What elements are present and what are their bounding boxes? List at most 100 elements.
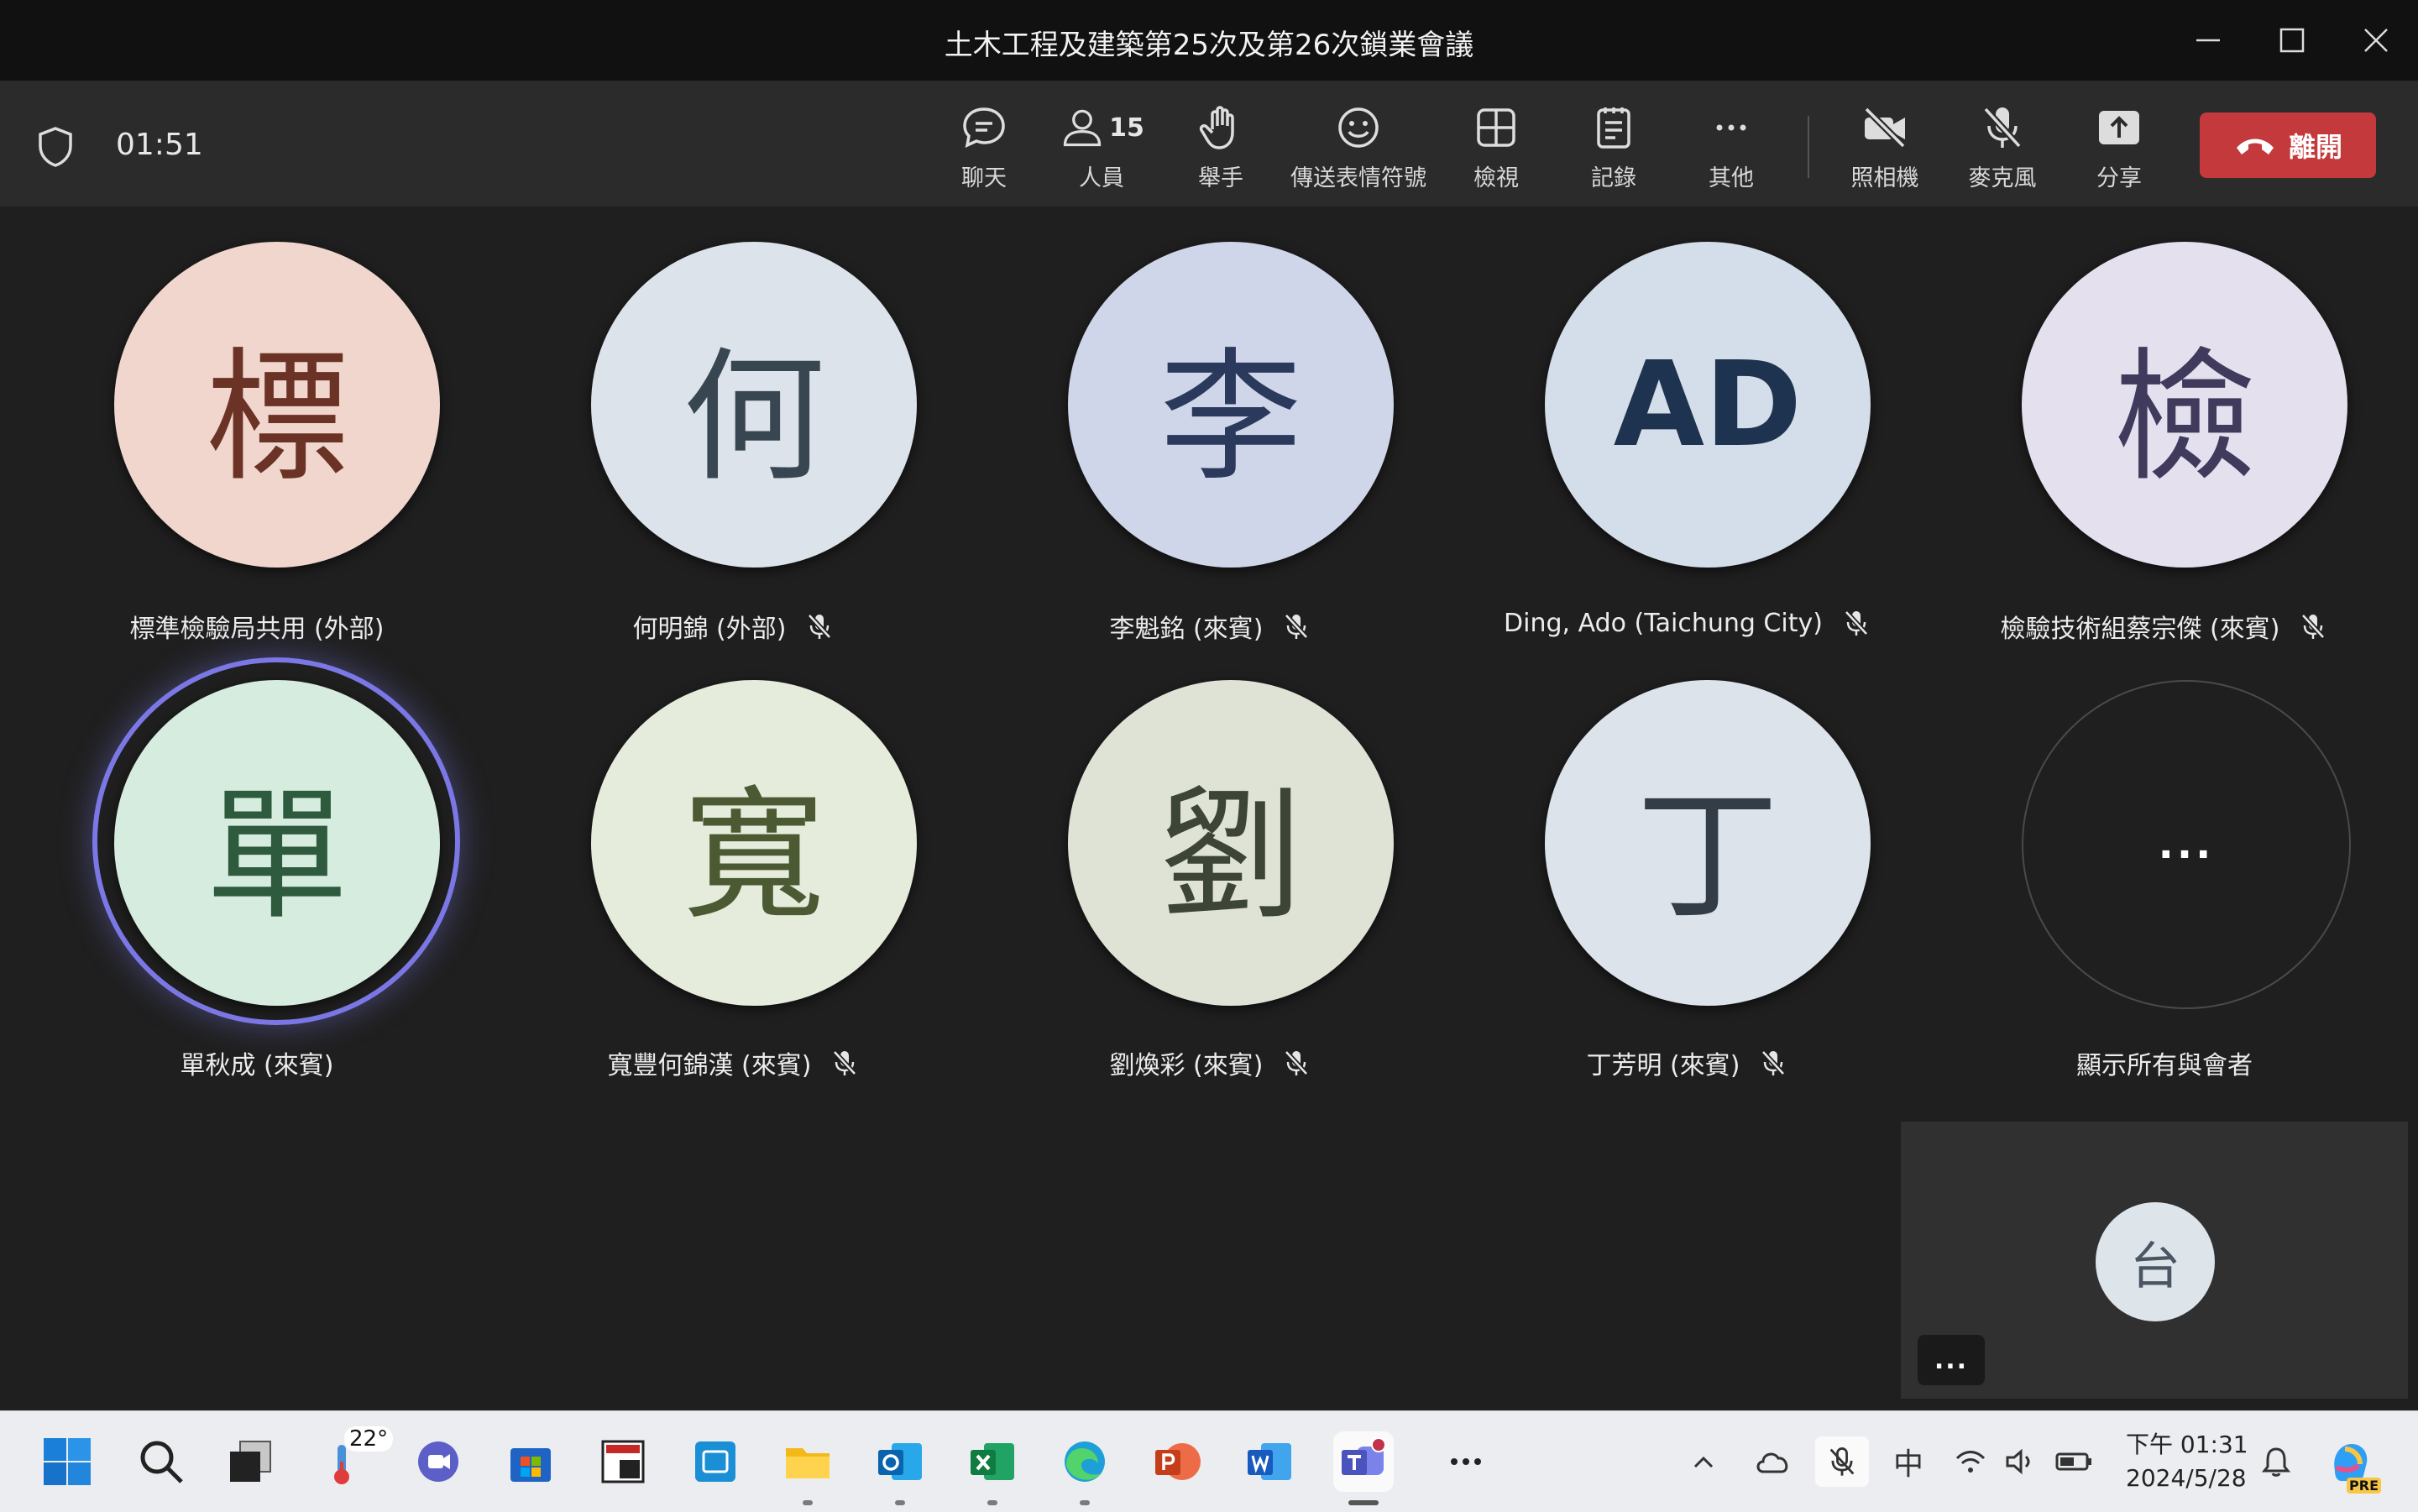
teams-chat-app[interactable] [408, 1431, 468, 1492]
participant-tile[interactable]: 劉 劉煥彩 (來賓) [976, 680, 1446, 1117]
people-button[interactable]: 15 人員 [1060, 102, 1144, 195]
copilot-button[interactable]: PRE [2324, 1436, 2381, 1494]
excel-app[interactable] [962, 1431, 1023, 1505]
battery-tray[interactable] [2052, 1436, 2096, 1487]
participant-tile[interactable]: 何 何明錦 (外部) [499, 242, 969, 678]
participant-tile[interactable]: 寬 寬豐何錦漢 (來賓) [499, 680, 969, 1117]
avatar: 何 [591, 242, 917, 568]
avatar: 檢 [2022, 242, 2347, 568]
tray-chevron-up[interactable] [1683, 1436, 1725, 1487]
share-icon [2099, 111, 2139, 144]
excel-icon [971, 1443, 1014, 1480]
self-view[interactable]: 台 ... [1901, 1122, 2408, 1399]
more-label: 其他 [1709, 165, 1754, 191]
avatar: 標 [114, 242, 440, 568]
wifi-tray[interactable] [1950, 1436, 1991, 1487]
participant-tile[interactable]: 檢 檢驗技術組蔡宗傑 (來賓) [1929, 242, 2400, 678]
file-explorer-app[interactable] [777, 1431, 838, 1505]
search-icon [140, 1441, 183, 1483]
teams-app-active[interactable] [1333, 1431, 1394, 1505]
participant-name: 丁芳明 (來賓) [1452, 1044, 1923, 1081]
participant-tile[interactable]: 丁 丁芳明 (來賓) [1452, 680, 1923, 1117]
chevron-up-icon [1693, 1456, 1714, 1468]
participant-name-text: 寬豐何錦漢 (來賓) [607, 1051, 812, 1080]
show-all-participants-button[interactable]: ... 顯示所有與會者 [1929, 680, 2400, 1117]
hang-up-icon [2236, 139, 2274, 154]
avatar: 李 [1068, 242, 1394, 568]
word-app[interactable] [1239, 1431, 1300, 1492]
maximize-button[interactable] [2250, 0, 2334, 81]
mic-mute-tray[interactable] [1815, 1436, 1869, 1487]
notifications-button[interactable] [2255, 1436, 2297, 1487]
person-icon [1063, 109, 1102, 147]
notes-button[interactable]: 記錄 [1585, 102, 1642, 195]
meeting-toolbar: 01:51 聊天 15 人員 舉手 傳送表情符號 檢視 記錄 其他 照相機 麥克… [0, 82, 2418, 207]
self-view-more-button[interactable]: ... [1918, 1335, 1985, 1385]
show-all-label: 顯示所有與會者 [1929, 1044, 2400, 1081]
teams-icon [1342, 1437, 1386, 1475]
title-bar: 土木工程及建築第25次及第26次鎖業會議 [0, 0, 2418, 82]
running-indicator [803, 1500, 813, 1505]
running-indicator [987, 1500, 997, 1505]
participant-name: 標準檢驗局共用 (外部) [22, 608, 492, 645]
close-button[interactable] [2334, 0, 2418, 81]
search-button[interactable] [131, 1431, 191, 1492]
avatar: AD [1545, 242, 1871, 568]
camera-label: 照相機 [1850, 165, 1919, 191]
participant-tile[interactable]: 李 李魁銘 (來賓) [976, 242, 1446, 678]
participant-tile[interactable]: 標 標準檢驗局共用 (外部) [22, 242, 492, 678]
volume-tray[interactable] [2000, 1436, 2042, 1487]
shield-icon[interactable] [37, 126, 74, 168]
outlook-app[interactable] [870, 1431, 930, 1505]
smiley-icon [1338, 107, 1379, 148]
window-title: 土木工程及建築第25次及第26次鎖業會議 [944, 29, 1474, 62]
taskbar: 22° 中 下午 01:31 2024/5/28 PRE [0, 1410, 2418, 1512]
remote-app[interactable] [685, 1431, 746, 1492]
weather-widget[interactable]: 22° [316, 1426, 394, 1492]
mic-button[interactable]: 麥克風 [1963, 102, 2042, 195]
camera-button[interactable]: 照相機 [1845, 102, 1924, 195]
more-button[interactable]: 其他 [1703, 102, 1760, 195]
people-count: 15 [1109, 112, 1144, 143]
clock-date: 2024/5/28 [2126, 1464, 2247, 1492]
app-grid-icon [695, 1441, 735, 1482]
hand-icon [1199, 106, 1234, 149]
participant-tile[interactable]: 單 單秋成 (來賓) [22, 657, 492, 1117]
battery-icon [2055, 1452, 2091, 1471]
raise-hand-button[interactable]: 舉手 [1192, 102, 1249, 195]
task-view-button[interactable] [220, 1431, 280, 1492]
clock[interactable]: 下午 01:31 2024/5/28 [2126, 1428, 2248, 1495]
task-view-icon [230, 1441, 271, 1482]
participant-name: 何明錦 (外部) [499, 608, 969, 645]
participant-tile[interactable]: AD Ding, Ado (Taichung City) [1452, 242, 1923, 678]
cloud-icon [1756, 1452, 1788, 1473]
share-button[interactable]: 分享 [2091, 102, 2148, 195]
participant-name-text: 李魁銘 (來賓) [1109, 615, 1264, 644]
chat-app-icon [418, 1441, 458, 1482]
mic-off-icon [1844, 610, 1869, 636]
leave-button[interactable]: 離開 [2200, 112, 2376, 178]
powerpoint-app[interactable] [1147, 1431, 1207, 1492]
grid-icon [1477, 108, 1515, 147]
windows-start-icon [44, 1438, 91, 1485]
onedrive-tray[interactable] [1751, 1436, 1793, 1487]
react-button[interactable]: 傳送表情符號 [1288, 102, 1429, 195]
edge-app[interactable] [1055, 1431, 1115, 1505]
speaker-icon [2006, 1448, 2030, 1475]
microsoft-store-app[interactable] [500, 1431, 561, 1492]
chat-button[interactable]: 聊天 [955, 102, 1013, 195]
mic-off-icon [2301, 613, 2326, 640]
ime-indicator[interactable]: 中 [1887, 1436, 1929, 1487]
taskbar-overflow-button[interactable] [1436, 1431, 1496, 1492]
avatar: 寬 [591, 680, 917, 1006]
view-label: 檢視 [1473, 165, 1519, 191]
start-button[interactable] [37, 1431, 97, 1492]
mic-off-icon [1285, 1049, 1309, 1076]
participant-name: 劉煥彩 (來賓) [976, 1044, 1446, 1081]
minimize-button[interactable] [2166, 0, 2250, 81]
more-icon: ... [2158, 821, 2215, 868]
view-button[interactable]: 檢視 [1468, 102, 1525, 195]
participant-name: 單秋成 (來賓) [22, 1044, 492, 1081]
participant-name: 檢驗技術組蔡宗傑 (來賓) [1929, 608, 2400, 645]
news-app[interactable] [593, 1431, 653, 1492]
